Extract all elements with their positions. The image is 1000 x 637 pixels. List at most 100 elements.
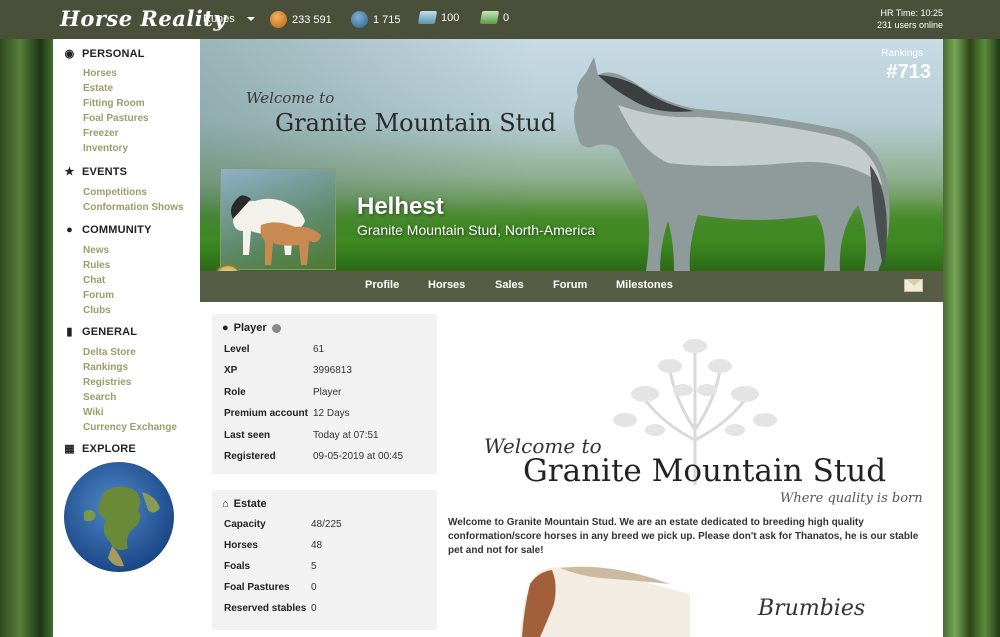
currency-delta: 1 715 — [351, 11, 401, 28]
row-label: Last seen — [224, 430, 271, 441]
user-circle-icon: ◉ — [64, 47, 75, 60]
sidebar-item-foal-pastures[interactable]: Foal Pastures — [83, 111, 200, 126]
currency-value: 100 — [441, 11, 460, 24]
rune-coin-icon — [270, 11, 287, 28]
player-name: Helhest — [357, 193, 444, 220]
currency-runes: 233 591 — [270, 11, 332, 28]
row-value: 61 — [313, 344, 325, 355]
section-title: EXPLORE — [82, 443, 136, 455]
profile-banner: Welcome to Granite Mountain Stud Helhest… — [200, 39, 943, 271]
currency-green-ticket: 0 — [479, 11, 509, 24]
player-location: Granite Mountain Stud, North-America — [357, 222, 596, 238]
row-label: Reserved stables — [224, 603, 307, 614]
sidebar-item-estate[interactable]: Estate — [83, 81, 200, 96]
tab-forum[interactable]: Forum — [553, 279, 587, 291]
sidebar-item-wiki[interactable]: Wiki — [83, 405, 200, 420]
green-ticket-icon — [479, 11, 500, 24]
profile-nav: Profile Horses Sales Forum Milestones — [200, 271, 943, 302]
sidebar-item-fitting-room[interactable]: Fitting Room — [83, 96, 200, 111]
rank-value[interactable]: #713 — [887, 61, 932, 84]
dapple-grey-horse-image — [574, 57, 890, 271]
row-label: Level — [224, 344, 250, 355]
profile-stud-name: Granite Mountain Stud — [523, 453, 887, 489]
sidebar-item-news[interactable]: News — [83, 243, 200, 258]
row-value: 5 — [311, 561, 317, 572]
row-value: 3996813 — [313, 365, 352, 376]
envelope-icon[interactable] — [904, 279, 923, 292]
row-value: Player — [313, 387, 342, 398]
sidebar-section-community: ● COMMUNITY — [64, 224, 200, 236]
delta-coin-icon — [351, 11, 368, 28]
sidebar-item-search[interactable]: Search — [83, 390, 200, 405]
card-title-text: Player — [233, 322, 267, 334]
users-online: 231 users online — [876, 20, 943, 30]
row-label: Role — [224, 387, 246, 398]
section-title: PERSONAL — [82, 48, 145, 60]
profile-motto: Where quality is born — [780, 491, 923, 506]
section-title: EVENTS — [82, 166, 128, 178]
map-icon: ▦ — [64, 442, 75, 455]
chat-bubbles-icon: ● — [66, 223, 73, 236]
player-avatar[interactable] — [220, 168, 336, 270]
row-label: XP — [224, 365, 238, 376]
top-bar: Horse Reality Runes 233 591 1 715 100 0 … — [0, 0, 1000, 39]
banner-stud-name: Granite Mountain Stud — [275, 109, 557, 137]
sidebar-item-horses[interactable]: Horses — [83, 66, 200, 81]
row-label: Premium account — [224, 408, 308, 419]
sidebar-section-explore: ▦ EXPLORE — [64, 443, 200, 455]
server-status: HR Time: 10:25 231 users online — [877, 7, 943, 31]
row-value: 0 — [311, 582, 317, 593]
star-icon: ★ — [64, 165, 75, 178]
rankings-label: Rankings — [881, 48, 923, 59]
row-label: Registered — [224, 451, 276, 462]
row-label: Foals — [224, 561, 251, 572]
tab-sales[interactable]: Sales — [495, 279, 524, 291]
chevron-down-icon — [246, 17, 255, 21]
tab-horses[interactable]: Horses — [428, 279, 465, 291]
tab-milestones[interactable]: Milestones — [616, 279, 673, 291]
sidebar-item-currency-exchange[interactable]: Currency Exchange — [83, 420, 200, 435]
row-value: Today at 07:51 — [313, 430, 379, 441]
currency-blue-ticket: 100 — [417, 11, 460, 24]
card-title-text: Estate — [233, 498, 267, 510]
row-value: 48/225 — [311, 519, 342, 530]
profile-description: Welcome to Granite Mountain Stud. We are… — [448, 517, 919, 556]
section-title: COMMUNITY — [82, 224, 152, 236]
sidebar-item-rankings[interactable]: Rankings — [83, 360, 200, 375]
hr-time: HR Time: 10:25 — [880, 8, 943, 18]
sidebar-item-inventory[interactable]: Inventory — [83, 141, 200, 156]
row-value: 0 — [311, 603, 317, 614]
home-icon: ⌂ — [222, 498, 229, 510]
player-card-title: ● Player — [222, 322, 281, 334]
status-dot-icon — [271, 323, 281, 333]
main-content: Welcome to Granite Mountain Stud Helhest… — [200, 39, 943, 637]
paint-horse-image — [520, 566, 690, 637]
tab-profile[interactable]: Profile — [365, 279, 399, 291]
row-label: Horses — [224, 540, 258, 551]
world-map-globe[interactable] — [64, 462, 174, 572]
sidebar-item-delta-store[interactable]: Delta Store — [83, 345, 200, 360]
sidebar-item-rules[interactable]: Rules — [83, 258, 200, 273]
sidebar-item-competitions[interactable]: Competitions — [83, 185, 200, 200]
site-logo[interactable]: Horse Reality — [60, 6, 226, 31]
player-card: ● Player Level 61 XP 3996813 Role Player Pre… — [212, 314, 437, 474]
sidebar-item-chat[interactable]: Chat — [83, 273, 200, 288]
sidebar-item-clubs[interactable]: Clubs — [83, 303, 200, 318]
section-title: GENERAL — [82, 326, 138, 338]
sidebar-item-forum[interactable]: Forum — [83, 288, 200, 303]
sidebar-item-conformation-shows[interactable]: Conformation Shows — [83, 200, 200, 215]
sidebar-section-personal: ◉ PERSONAL — [64, 48, 200, 60]
estate-card: ⌂ Estate Capacity 48/225 Horses 48 Foals 5 F… — [212, 490, 437, 630]
row-value: 12 Days — [313, 408, 350, 419]
sidebar-section-events: ★ EVENTS — [64, 166, 200, 178]
runes-dropdown[interactable]: Runes — [203, 13, 255, 25]
sidebar-item-freezer[interactable]: Freezer — [83, 126, 200, 141]
sidebar-item-registries[interactable]: Registries — [83, 375, 200, 390]
brumbies-heading: Brumbies — [758, 596, 866, 621]
row-label: Foal Pastures — [224, 582, 290, 593]
currency-value: 1 715 — [373, 13, 401, 26]
blue-ticket-icon — [417, 11, 438, 24]
user-icon: ● — [222, 322, 229, 334]
sidebar-section-general: ▮ GENERAL — [64, 326, 200, 338]
banner-welcome-text: Welcome to — [246, 89, 335, 107]
